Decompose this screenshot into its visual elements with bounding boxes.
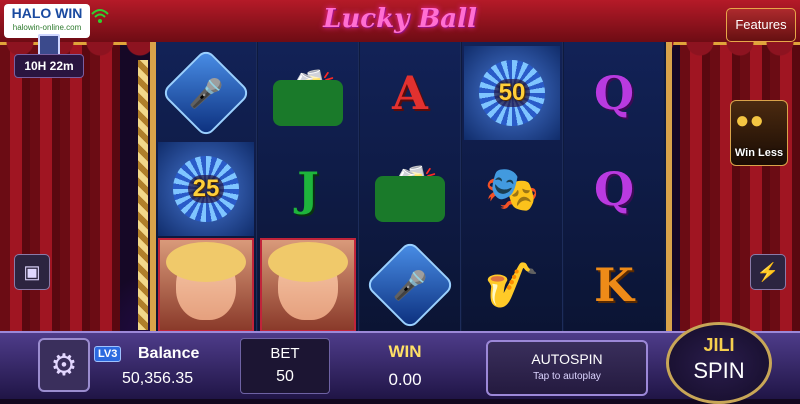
game-title: Lucky Ball [323, 4, 477, 34]
symbol-lady [260, 238, 356, 332]
symbol-champagne: 🥂 [362, 142, 458, 236]
win-display: WIN 0.00 [360, 342, 450, 390]
brand-site: halowin-online.com [12, 23, 82, 32]
spin-brand: JILI [703, 335, 735, 355]
reel-2: 🥂 J [258, 42, 359, 336]
symbol-mask: 🎭 [464, 142, 560, 236]
flash-button[interactable]: ⚡ [750, 254, 786, 290]
ball-multiplier: 50 [493, 79, 531, 107]
symbol-microphone: 🎤 [362, 238, 458, 332]
autospin-button[interactable]: AUTOSPIN Tap to autoplay [486, 340, 648, 396]
letter-j: J [297, 162, 319, 216]
disco-ball-icon: 50 [479, 60, 545, 126]
symbol-champagne: 🥂 [260, 46, 356, 140]
symbol-saxophone: 🎷 [464, 238, 560, 332]
symbol-microphone: 🎤 [158, 46, 254, 140]
disco-ball-icon: 25 [173, 156, 239, 222]
reel-5: Q Q K [564, 42, 664, 336]
symbol-lady [158, 238, 254, 332]
promo-label: Win Less [734, 147, 784, 159]
symbol-disco-ball: 25 [158, 142, 254, 236]
brand-name: HALO WIN [11, 5, 83, 21]
reel-1: 🎤 25 [156, 42, 257, 336]
settings-button[interactable]: ⚙ [38, 338, 90, 392]
letter-k: K [594, 258, 634, 312]
win-value: 0.00 [388, 370, 422, 389]
microphone-icon: 🎤 [364, 239, 456, 331]
letter-a: A [392, 66, 428, 120]
bet-value: 50 [276, 368, 294, 385]
bet-label: BET [270, 345, 300, 362]
symbol-letter: A [362, 46, 458, 140]
ball-multiplier: 25 [187, 175, 225, 203]
lady-icon [268, 242, 348, 320]
bag-icon: ▣ [23, 262, 41, 282]
brand-logo: HALO WIN halowin-online.com [4, 4, 90, 38]
balance-label: Balance [138, 345, 200, 362]
symbol-letter: K [566, 238, 662, 332]
symbol-disco-ball: 50 [464, 46, 560, 140]
saxophone-icon: 🎷 [484, 261, 540, 310]
spin-label: SPIN [693, 358, 745, 383]
spin-button[interactable]: JILI SPIN [666, 322, 772, 404]
symbol-letter: Q [566, 46, 662, 140]
symbol-letter: J [260, 142, 356, 236]
microphone-icon: 🎤 [160, 47, 252, 139]
wifi-icon [90, 8, 110, 26]
mask-icon: 🎭 [484, 165, 540, 214]
coins-icon: ●● [735, 107, 764, 134]
left-pole [138, 60, 148, 330]
reel-4: 50 🎭 🎷 [462, 42, 563, 336]
letter-q: Q [593, 66, 635, 120]
balance-value: 50,356.35 [122, 370, 194, 387]
lady-icon [166, 242, 246, 320]
lightning-icon: ⚡ [756, 262, 780, 282]
promo-banner[interactable]: ●● Win Less [730, 100, 788, 166]
autospin-label: AUTOSPIN [531, 351, 603, 367]
features-button[interactable]: Features [726, 8, 796, 42]
event-icon[interactable] [38, 34, 60, 56]
gear-icon: ⚙ [50, 348, 78, 382]
reel-3: A 🥂 🎤 [360, 42, 461, 336]
win-label: WIN [388, 342, 422, 361]
letter-q: Q [593, 162, 635, 216]
autospin-sub: Tap to autoplay [533, 371, 601, 382]
symbol-letter: Q [566, 142, 662, 236]
bag-button[interactable]: ▣ [14, 254, 50, 290]
bet-selector[interactable]: BET 50 [240, 338, 330, 394]
reels-frame: 🎤 25 🥂 J A 🥂 🎤 50 🎭 🎷 [150, 42, 672, 336]
event-timer: 10H 22m [14, 54, 84, 78]
level-badge: LV3 [94, 346, 122, 362]
